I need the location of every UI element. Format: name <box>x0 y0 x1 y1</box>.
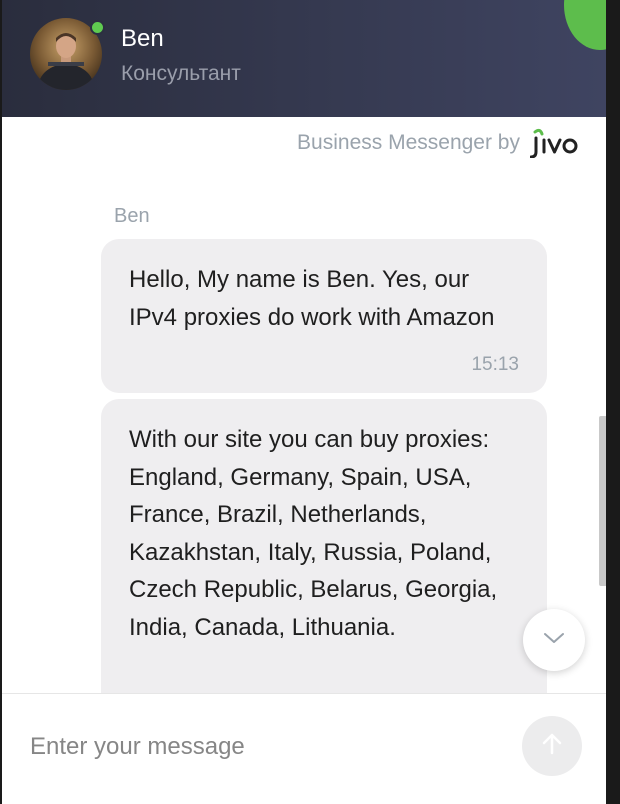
agent-name: Ben <box>121 25 164 52</box>
scrollbar-thumb[interactable] <box>599 416 606 586</box>
scroll-down-button[interactable] <box>523 609 585 671</box>
chat-header: Ben Консультант <box>2 0 606 117</box>
chat-widget: Ben Консультант Business Messenger by Be… <box>2 0 606 804</box>
message-text: With our site you can buy proxies: Engla… <box>129 426 498 641</box>
message-bubble: Hello, My name is Ben. Yes, our IPv4 pro… <box>101 239 547 393</box>
agent-role: Консультант <box>121 62 241 85</box>
send-button[interactable] <box>522 716 582 776</box>
message-time: 15:13 <box>471 354 519 375</box>
corner-badge <box>564 0 606 50</box>
chevron-down-icon <box>543 631 565 650</box>
message-input[interactable] <box>30 728 500 766</box>
messages-area[interactable]: Ben Hello, My name is Ben. Yes, our IPv4… <box>2 117 596 693</box>
online-status-dot <box>90 20 105 35</box>
message-sender: Ben <box>114 205 150 227</box>
message-bubble: With our site you can buy proxies: Engla… <box>101 399 547 693</box>
composer <box>2 693 606 804</box>
message-text: Hello, My name is Ben. Yes, our IPv4 pro… <box>129 266 495 331</box>
arrow-up-icon <box>539 731 565 762</box>
